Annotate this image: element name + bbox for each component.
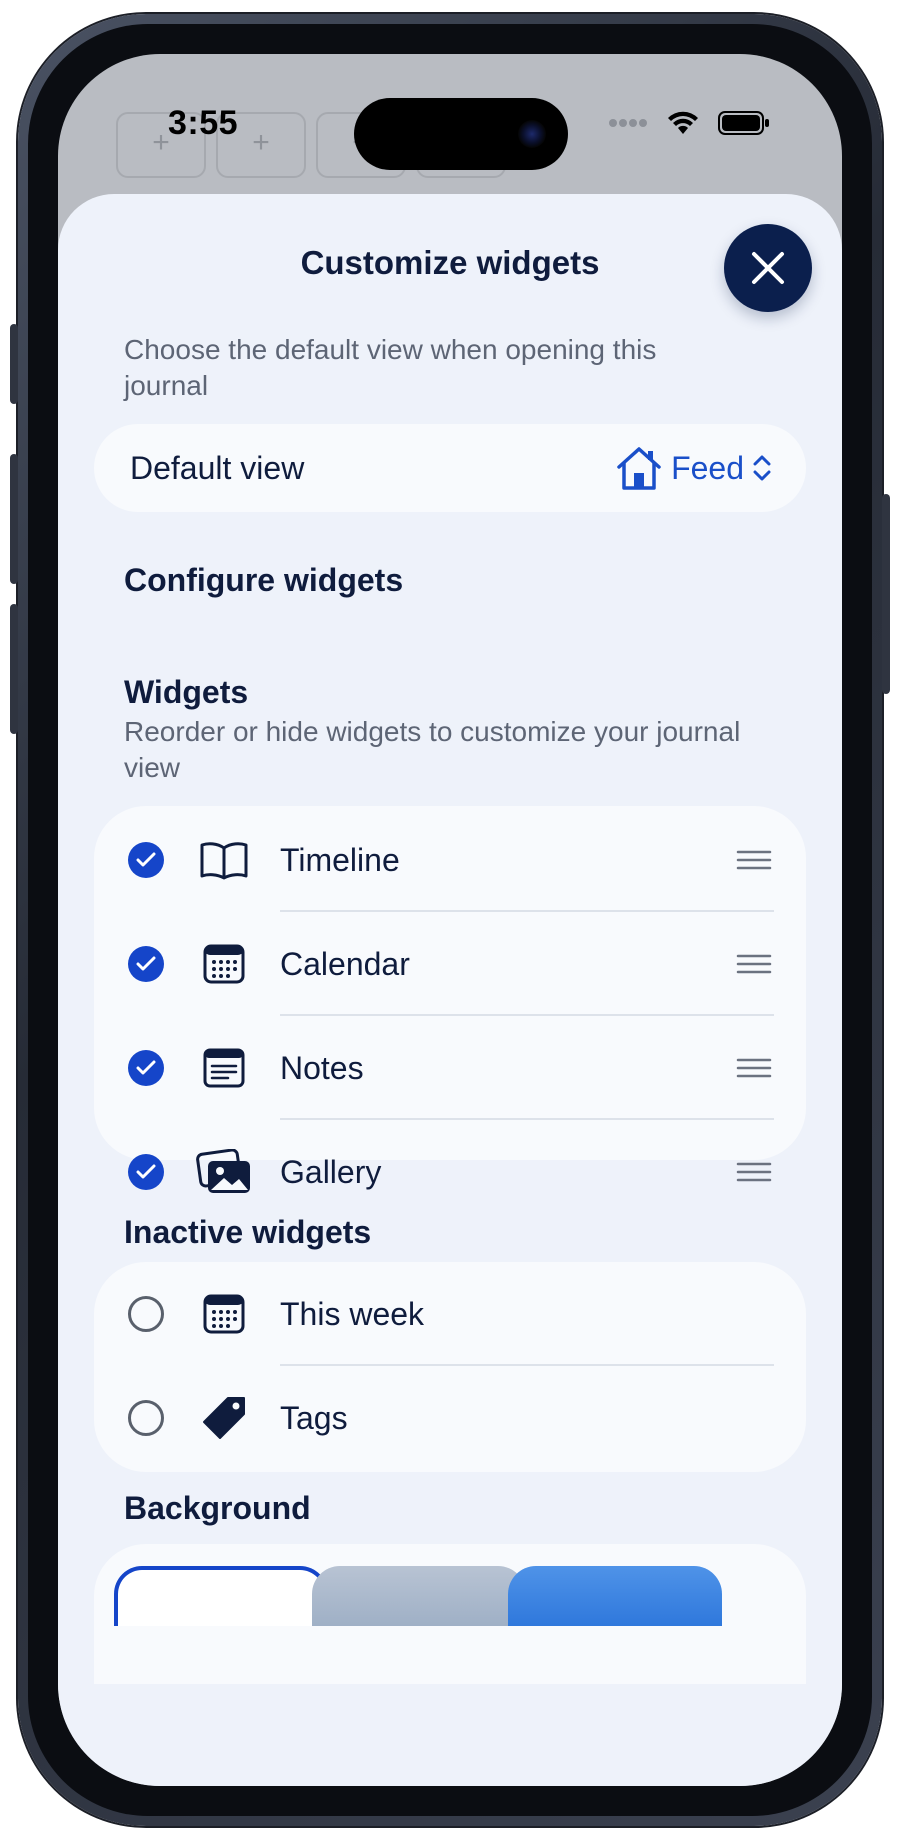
battery-icon xyxy=(718,111,769,135)
checkmark-icon xyxy=(136,852,156,867)
widget-checkbox[interactable] xyxy=(128,1154,164,1190)
widget-checkbox[interactable] xyxy=(128,946,164,982)
background-swatch-gray[interactable] xyxy=(312,1566,526,1626)
default-view-description: Choose the default view when opening thi… xyxy=(124,334,657,401)
checkmark-icon xyxy=(136,1164,156,1179)
widget-row-gallery[interactable]: Gallery xyxy=(94,1120,806,1224)
house-icon xyxy=(617,447,661,490)
widget-checkbox[interactable] xyxy=(128,1400,164,1436)
chevron-up-down-icon xyxy=(753,455,771,481)
default-view-value: Feed xyxy=(671,449,744,486)
action-button xyxy=(10,324,18,404)
widget-label: Timeline xyxy=(280,841,400,878)
inactive-widgets-list: This week Tags xyxy=(94,1262,806,1472)
widget-row-calendar[interactable]: Calendar xyxy=(94,912,806,1016)
widget-label: Tags xyxy=(280,1399,348,1436)
bezel: + + + + 27 28 29 30 3:55 xyxy=(28,24,872,1816)
checkmark-icon xyxy=(136,1060,156,1075)
widget-label: Calendar xyxy=(280,945,410,982)
book-icon xyxy=(196,834,252,886)
widget-label: Gallery xyxy=(280,1153,382,1190)
camera-icon xyxy=(518,120,546,148)
drag-handle-icon[interactable] xyxy=(736,950,772,978)
volume-up-button xyxy=(10,454,18,584)
tag-icon xyxy=(196,1392,252,1444)
widget-row-tags[interactable]: Tags xyxy=(94,1366,806,1470)
widgets-description: Reorder or hide widgets to customize you… xyxy=(124,716,741,783)
close-icon xyxy=(752,252,784,284)
customize-widgets-sheet: Customize widgets Choose the default vie… xyxy=(58,194,842,1786)
default-view-row[interactable]: Default view Feed xyxy=(94,424,806,512)
widget-label: This week xyxy=(280,1295,425,1332)
gallery-icon xyxy=(196,1146,252,1198)
close-button[interactable] xyxy=(724,224,812,312)
notes-icon xyxy=(196,1042,252,1094)
status-time: 3:55 xyxy=(168,104,239,142)
default-view-picker[interactable]: Feed xyxy=(615,424,772,512)
dynamic-island xyxy=(354,98,568,170)
drag-handle-icon[interactable] xyxy=(736,1158,772,1186)
widget-label: Notes xyxy=(280,1049,364,1086)
inactive-widgets-heading: Inactive widgets xyxy=(124,1214,372,1250)
background-swatch-blue[interactable] xyxy=(508,1566,722,1626)
widget-row-this-week[interactable]: This week xyxy=(94,1262,806,1366)
wifi-icon xyxy=(668,111,698,134)
status-icons xyxy=(608,110,770,136)
screen: + + + + 27 28 29 30 3:55 xyxy=(58,54,842,1786)
signal-dots-icon xyxy=(609,119,647,127)
widget-checkbox[interactable] xyxy=(128,1050,164,1086)
volume-down-button xyxy=(10,604,18,734)
power-button xyxy=(882,494,890,694)
default-view-label: Default view xyxy=(130,449,305,486)
phone-frame: + + + + 27 28 29 30 3:55 xyxy=(10,14,890,1826)
checkmark-icon xyxy=(136,956,156,971)
widget-checkbox[interactable] xyxy=(128,842,164,878)
background-heading: Background xyxy=(124,1490,311,1526)
widget-checkbox[interactable] xyxy=(128,1296,164,1332)
calendar-icon xyxy=(196,1288,252,1340)
widget-row-timeline[interactable]: Timeline xyxy=(94,808,806,912)
drag-handle-icon[interactable] xyxy=(736,846,772,874)
configure-widgets-heading: Configure widgets xyxy=(124,562,404,598)
background-swatch-white[interactable] xyxy=(114,1566,328,1626)
drag-handle-icon[interactable] xyxy=(736,1054,772,1082)
active-widgets-list: Timeline Calendar Notes xyxy=(94,806,806,1160)
widgets-heading: Widgets xyxy=(124,674,249,710)
widget-row-notes[interactable]: Notes xyxy=(94,1016,806,1120)
calendar-icon xyxy=(196,938,252,990)
